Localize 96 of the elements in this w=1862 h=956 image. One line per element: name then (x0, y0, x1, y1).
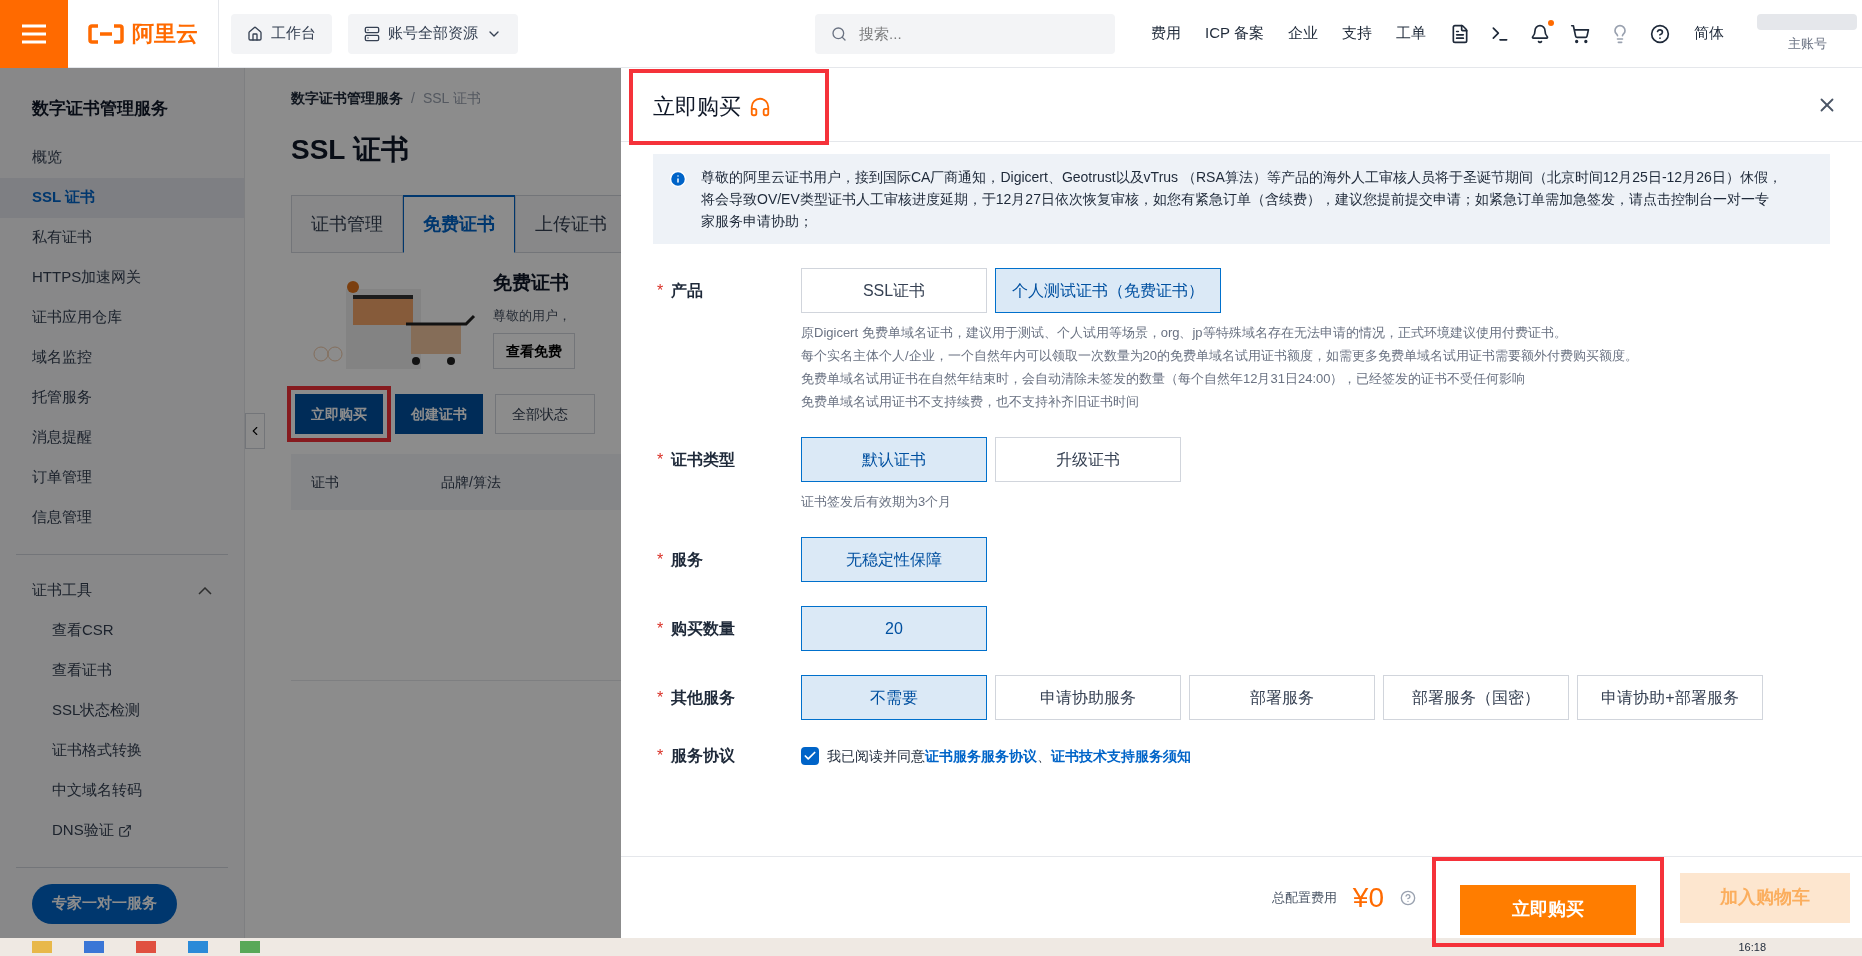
field-label: 其他服务 (671, 687, 736, 708)
buy-now-button[interactable]: 立即购买 (1460, 884, 1636, 935)
nav-link[interactable]: 支持 (1330, 22, 1384, 45)
sidebar-subitem[interactable]: 查看证书 (52, 659, 112, 682)
required-mark: * (657, 746, 664, 766)
required-mark: * (657, 449, 664, 470)
agreement-checkbox[interactable] (801, 747, 819, 765)
resources-dropdown[interactable]: 账号全部资源 (348, 13, 518, 54)
tab[interactable]: 免费证书 (403, 195, 515, 253)
sidebar-subitem[interactable]: DNS验证 (52, 819, 114, 842)
hint-text: 免费单域名试用证书不支持续费，也不支持补齐旧证书时间 (801, 393, 1140, 411)
option-button[interactable]: SSL证书 (801, 268, 987, 313)
field-label: 产品 (671, 280, 704, 301)
expert-service-button[interactable]: 专家一对一服务 (32, 883, 177, 924)
external-link-icon (117, 823, 132, 838)
hint-text: 证书签发后有效期为3个月 (801, 493, 953, 511)
logo-text: 阿里云 (132, 20, 198, 48)
search-icon (831, 25, 848, 42)
headset-icon[interactable] (749, 95, 771, 118)
nav-link[interactable]: 企业 (1276, 22, 1330, 45)
sidebar-item[interactable]: 订单管理 (0, 457, 244, 498)
workbench-button[interactable]: 工作台 (231, 13, 332, 54)
field-label: 服务协议 (671, 746, 736, 766)
action-button[interactable]: 立即购买 (295, 394, 383, 434)
sidebar-subitem[interactable]: 中文域名转码 (52, 779, 142, 802)
cart-icon[interactable] (1570, 23, 1590, 44)
language-link[interactable]: 简体 (1682, 22, 1736, 45)
total-price: ¥0 (1352, 880, 1384, 915)
agreement-link[interactable]: 证书服务服务协议 (925, 747, 1037, 764)
bell-icon[interactable] (1530, 23, 1550, 44)
sidebar-item[interactable]: 概览 (0, 137, 244, 178)
field-label: 服务 (671, 549, 704, 570)
option-button[interactable]: 申请协助服务 (995, 675, 1181, 720)
nav-link[interactable]: 费用 (1139, 22, 1194, 45)
sidebar-item[interactable]: 证书应用仓库 (0, 297, 244, 338)
required-mark: * (657, 549, 664, 570)
nav-link[interactable]: ICP 备案 (1193, 22, 1276, 45)
account-label[interactable]: 主账号 (1787, 33, 1827, 54)
total-label: 总配置费用 (1271, 888, 1337, 907)
sidebar-group[interactable]: 证书工具 (0, 570, 244, 611)
sidebar-title: 数字证书管理服务 (31, 98, 169, 120)
breadcrumb-link[interactable]: 数字证书管理服务 (291, 88, 403, 109)
sidebar-item[interactable]: 信息管理 (0, 497, 244, 538)
agreement-link[interactable]: 证书技术支持服务须知 (1051, 747, 1191, 764)
option-button[interactable]: 默认证书 (801, 437, 987, 482)
document-icon[interactable] (1450, 23, 1470, 44)
sidebar-subitem[interactable]: SSL状态检测 (52, 699, 141, 722)
option-button[interactable]: 无稳定性保障 (801, 537, 987, 582)
sidebar-item[interactable]: 托管服务 (0, 377, 244, 418)
action-button[interactable]: 创建证书 (395, 394, 483, 434)
required-mark: * (657, 618, 664, 639)
sidebar-subitem[interactable]: 查看CSR (52, 619, 114, 642)
page-title: SSL 证书 (291, 133, 410, 167)
server-icon (364, 25, 380, 42)
column-header: 品牌/算法 (440, 472, 502, 492)
sidebar-item[interactable]: 域名监控 (0, 337, 244, 378)
breadcrumb-separator: / (411, 89, 415, 108)
required-mark: * (657, 687, 664, 708)
banner-text: 尊敬的用户， (493, 306, 572, 325)
menu-icon (20, 22, 48, 45)
banner-title: 免费证书 (493, 271, 570, 295)
hint-text: 原Digicert 免费单域名证书，建议用于测试、个人试用等场景，org、jp等特殊域名存在无法申请的情况，正式环境建议使用付费证书。 (801, 324, 1568, 342)
field-label: 证书类型 (671, 449, 736, 470)
required-mark: * (657, 280, 664, 301)
column-header: 证书 (310, 472, 340, 492)
clock: 16:18 (1738, 939, 1766, 955)
field-label: 购买数量 (671, 618, 736, 639)
sidebar-item[interactable]: 消息提醒 (0, 417, 244, 458)
nav-link[interactable]: 工单 (1384, 22, 1438, 45)
notice-text: 尊敬的阿里云证书用户，接到国际CA厂商通知，Digicert、Geotrust以及vTrus （RSA算法）等产品的海外人工审核人员将于圣诞节期间（北京时间12月25日-12月26日）休假，将会导致OV/EV类型证书人工审核进度延期，于12月27日依次恢复审核，如您有紧急订单（含续费），建议您提前提交申请；如紧急订单需加急签发，请点击控制台一对一专家服务申请协助； (701, 168, 1782, 231)
hint-text: 每个实名主体个人/企业，一个自然年内可以领取一次数量为20的免费单域名试用证书额度，如需更多免费单域名试用证书需要额外付费购买额度。 (801, 347, 1639, 365)
sidebar-subitem[interactable]: 证书格式转换 (52, 739, 142, 762)
view-free-button[interactable]: 查看免费 (493, 333, 575, 369)
option-button[interactable]: 部署服务 (1189, 675, 1375, 720)
option-button[interactable]: 申请协助+部署服务 (1577, 675, 1763, 720)
collapse-handle[interactable] (245, 413, 265, 449)
info-icon (669, 170, 687, 188)
agreement-text: 我已阅读并同意证书服务服务协议、证书技术支持服务须知 (827, 746, 1191, 766)
sidebar-item[interactable]: SSL 证书 (0, 177, 244, 218)
home-icon (247, 25, 263, 42)
chevron-up-icon (198, 586, 212, 595)
hint-text: 免费单域名试用证书在自然年结束时，会自动清除未签发的数量（每个自然年12月31日24:00），已经签发的证书不受任何影响 (801, 370, 1527, 388)
option-button[interactable]: 部署服务（国密） (1383, 675, 1569, 720)
option-button[interactable]: 20 (801, 606, 987, 651)
logo-icon (88, 23, 124, 44)
tab[interactable]: 证书管理 (291, 195, 403, 253)
help-icon[interactable] (1650, 23, 1670, 44)
option-button[interactable]: 升级证书 (995, 437, 1181, 482)
check-icon (803, 749, 817, 763)
option-button[interactable]: 不需要 (801, 675, 987, 720)
drawer-title: 立即购买 (653, 93, 741, 121)
sidebar-item[interactable]: HTTPS加速网关 (0, 257, 244, 298)
status-select[interactable]: 全部状态 (495, 394, 595, 434)
search-field[interactable]: 搜索... (815, 13, 1116, 54)
option-button[interactable]: 个人测试证书（免费证书） (995, 268, 1221, 313)
menu-button[interactable] (0, 0, 68, 68)
